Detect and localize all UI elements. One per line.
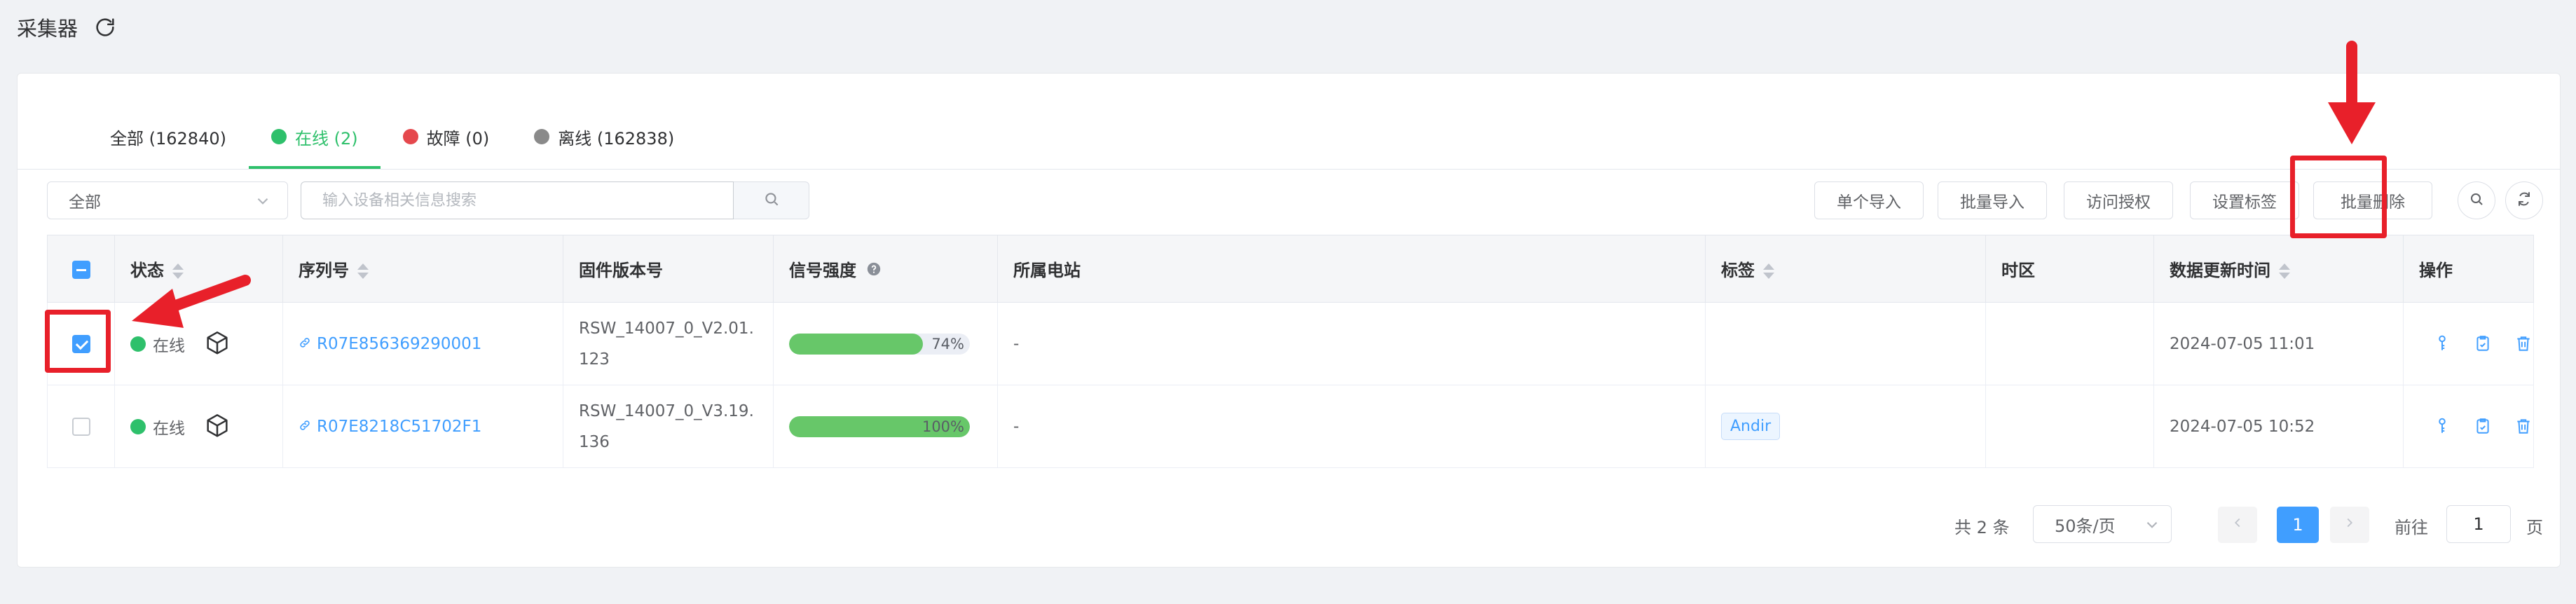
annotation-arrows bbox=[132, 41, 2376, 328]
down-arrow-icon bbox=[2328, 41, 2376, 144]
left-arrow-icon bbox=[132, 275, 251, 328]
